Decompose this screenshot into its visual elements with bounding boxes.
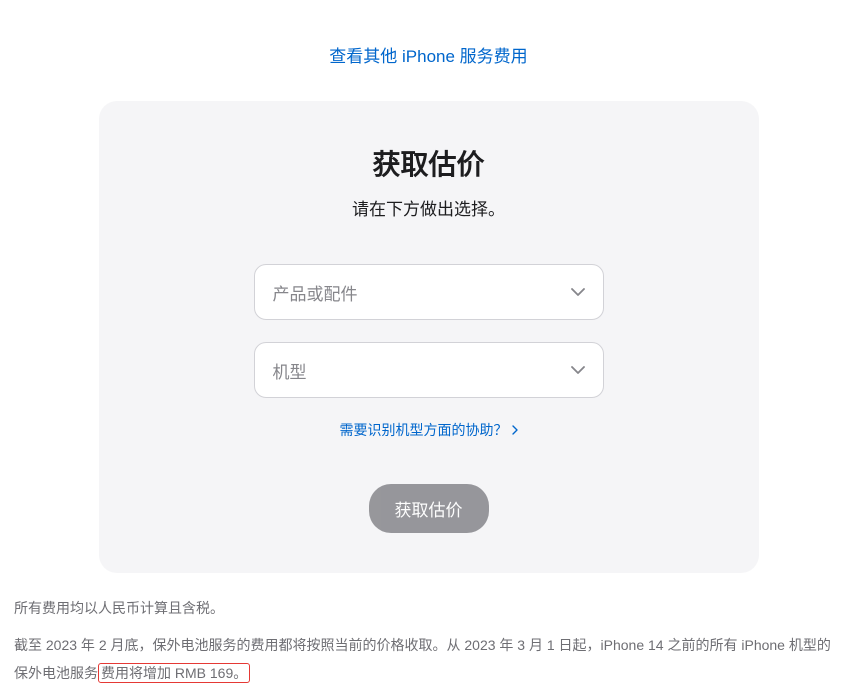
product-select[interactable]: 产品或配件 xyxy=(254,264,604,320)
model-select-wrapper: 机型 xyxy=(254,342,604,398)
estimate-card: 获取估价 请在下方做出选择。 产品或配件 机型 需要识别机型方面的协助？ xyxy=(99,101,759,573)
identify-model-help-link[interactable]: 需要识别机型方面的协助？ xyxy=(340,420,518,440)
chevron-right-icon xyxy=(512,425,518,435)
price-increase-highlight: 费用将增加 RMB 169。 xyxy=(98,663,250,683)
top-link-wrap: 查看其他 iPhone 服务费用 xyxy=(0,0,857,101)
footer-notes: 所有费用均以人民币计算且含税。 截至 2023 年 2 月底，保外电池服务的费用… xyxy=(0,573,857,687)
model-select-placeholder: 机型 xyxy=(273,358,307,383)
help-link-label: 需要识别机型方面的协助？ xyxy=(340,420,508,440)
product-select-placeholder: 产品或配件 xyxy=(273,280,358,305)
card-title: 获取估价 xyxy=(139,143,719,183)
chevron-down-icon xyxy=(571,366,585,374)
other-service-fees-link[interactable]: 查看其他 iPhone 服务费用 xyxy=(329,47,527,66)
product-select-wrapper: 产品或配件 xyxy=(254,264,604,320)
submit-wrap: 获取估价 xyxy=(139,484,719,533)
help-link-wrap: 需要识别机型方面的协助？ xyxy=(139,420,719,440)
chevron-down-icon xyxy=(571,288,585,296)
model-select[interactable]: 机型 xyxy=(254,342,604,398)
card-subtitle: 请在下方做出选择。 xyxy=(139,195,719,220)
get-estimate-button[interactable]: 获取估价 xyxy=(369,484,489,533)
footer-line2: 截至 2023 年 2 月底，保外电池服务的费用都将按照当前的价格收取。从 20… xyxy=(14,631,843,687)
footer-line1: 所有费用均以人民币计算且含税。 xyxy=(14,597,843,619)
